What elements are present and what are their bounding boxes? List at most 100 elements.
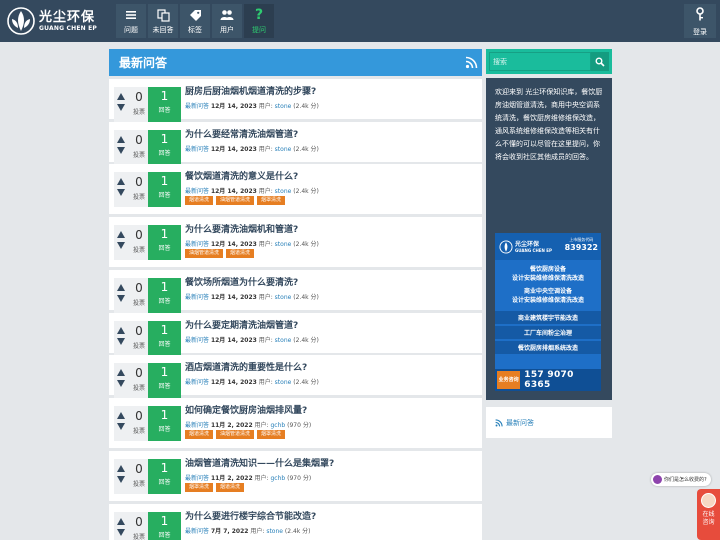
user-link[interactable]: stone <box>275 103 292 110</box>
upvote-icon[interactable] <box>117 518 125 525</box>
downvote-icon[interactable] <box>117 147 125 154</box>
answer-count: 1 <box>160 461 169 475</box>
question-title[interactable]: 为什么要进行楼宇综合节能改造? <box>185 509 316 522</box>
answer-count-box[interactable]: 1 回答 <box>148 225 181 260</box>
user-link[interactable]: stone <box>266 528 283 535</box>
tag[interactable]: 烟罩清洗 <box>185 483 214 492</box>
upvote-icon[interactable] <box>117 231 125 238</box>
upvote-icon[interactable] <box>117 369 125 376</box>
question-title[interactable]: 酒店烟道清洗的重要性是什么? <box>185 360 307 373</box>
upvote-icon[interactable] <box>117 178 125 185</box>
tag[interactable]: 烟道清洗 <box>216 483 245 492</box>
question-item[interactable]: 0 投票 1 回答 为什么要经常清洗油烟管道? 最新问答 12月 14, 2023 用户:… <box>109 122 482 165</box>
category-link[interactable]: 最新问答 <box>185 475 209 482</box>
question-title[interactable]: 厨房后厨油烟机烟道清洗的步骤? <box>185 84 316 97</box>
category-link[interactable]: 最新问答 <box>185 103 209 110</box>
question-item[interactable]: 0 投票 1 回答 为什么要进行楼宇综合节能改造? 最新问答 7月 7, 2022 用户:… <box>109 504 482 540</box>
answer-count-box[interactable]: 1 回答 <box>148 363 181 398</box>
upvote-icon[interactable] <box>117 136 125 143</box>
tag[interactable]: 烟罩清洗 <box>257 196 286 205</box>
downvote-icon[interactable] <box>117 189 125 196</box>
nav-users[interactable]: 用户 <box>212 4 242 38</box>
downvote-icon[interactable] <box>117 380 125 387</box>
top-bar: 光尘环保 GUANG CHEN EP 问题 未回答 标签 用户 ? 提问 登录 <box>0 0 720 42</box>
question-title[interactable]: 为什么要经常清洗油烟管道? <box>185 127 298 140</box>
nav-unanswered[interactable]: 未回答 <box>148 4 178 38</box>
category-link[interactable]: 最新问答 <box>185 188 209 195</box>
question-item[interactable]: 0 投票 1 回答 厨房后厨油烟机烟道清洗的步骤? 最新问答 12月 14, 2023 用… <box>109 79 482 122</box>
question-title[interactable]: 餐饮烟道清洗的意义是什么? <box>185 169 298 182</box>
tag[interactable]: 油烟管道清洗 <box>185 249 224 258</box>
nav-ask[interactable]: ? 提问 <box>244 4 274 38</box>
answer-count-box[interactable]: 1 回答 <box>148 130 181 165</box>
nav-questions[interactable]: 问题 <box>116 4 146 38</box>
question-item[interactable]: 0 投票 1 回答 酒店烟道清洗的重要性是什么? 最新问答 12月 14, 2023 用户… <box>109 355 482 398</box>
user-link[interactable]: gchb <box>271 422 286 429</box>
answer-label: 回答 <box>158 426 171 433</box>
tag[interactable]: 烟道清洗 <box>226 249 255 258</box>
user-link[interactable]: stone <box>275 337 292 344</box>
answer-count-box[interactable]: 1 回答 <box>148 459 181 494</box>
upvote-icon[interactable] <box>117 327 125 334</box>
upvote-icon[interactable] <box>117 465 125 472</box>
upvote-icon[interactable] <box>117 412 125 419</box>
answer-count-box[interactable]: 1 回答 <box>148 512 181 540</box>
tag[interactable]: 油烟管道清洗 <box>216 430 255 439</box>
question-title[interactable]: 为什么要清洗油烟机和管道? <box>185 222 298 235</box>
upvote-icon[interactable] <box>117 93 125 100</box>
search-button[interactable] <box>591 52 609 71</box>
category-link[interactable]: 最新问答 <box>185 294 209 301</box>
category-link[interactable]: 最新问答 <box>185 241 209 248</box>
downvote-icon[interactable] <box>117 423 125 430</box>
site-logo[interactable]: 光尘环保 GUANG CHEN EP <box>6 4 110 38</box>
user-link[interactable]: stone <box>275 188 292 195</box>
question-item[interactable]: 0 投票 1 回答 餐饮场所烟道为什么要清洗? 最新问答 12月 14, 2023 用户:… <box>109 270 482 313</box>
user-link[interactable]: stone <box>275 294 292 301</box>
question-title[interactable]: 餐饮场所烟道为什么要清洗? <box>185 275 298 288</box>
category-link[interactable]: 最新问答 <box>185 528 209 535</box>
user-link[interactable]: gchb <box>271 475 286 482</box>
question-item[interactable]: 0 投票 1 回答 餐饮烟道清洗的意义是什么? 最新问答 12月 14, 2023 用户:… <box>109 164 482 214</box>
feed-link[interactable]: 最新问答 <box>486 407 612 438</box>
tag[interactable]: 烟道清洗 <box>185 196 214 205</box>
answer-count-box[interactable]: 1 回答 <box>148 172 181 207</box>
category-link[interactable]: 最新问答 <box>185 422 209 429</box>
quick-question-bubble[interactable]: 你们是怎么收费的? <box>651 473 711 486</box>
vote-count: 0 <box>135 133 143 147</box>
answer-count-box[interactable]: 1 回答 <box>148 87 181 122</box>
question-title[interactable]: 油烟管道清洗知识——什么是集烟罩? <box>185 456 334 469</box>
upvote-icon[interactable] <box>117 284 125 291</box>
category-link[interactable]: 最新问答 <box>185 379 209 386</box>
user-link[interactable]: stone <box>275 241 292 248</box>
downvote-icon[interactable] <box>117 529 125 536</box>
category-link[interactable]: 最新问答 <box>185 337 209 344</box>
downvote-icon[interactable] <box>117 242 125 249</box>
user-link[interactable]: stone <box>275 379 292 386</box>
answer-count-box[interactable]: 1 回答 <box>148 278 181 313</box>
rss-icon[interactable] <box>465 56 478 69</box>
question-title[interactable]: 如何确定餐饮厨房油烟排风量? <box>185 403 307 416</box>
downvote-icon[interactable] <box>117 104 125 111</box>
tag[interactable]: 烟罩清洗 <box>257 430 286 439</box>
answer-label: 回答 <box>158 192 171 199</box>
search-input[interactable] <box>489 52 591 71</box>
answer-count-box[interactable]: 1 回答 <box>148 321 181 356</box>
downvote-icon[interactable] <box>117 295 125 302</box>
downvote-icon[interactable] <box>117 476 125 483</box>
answer-count: 1 <box>160 323 169 337</box>
nav-tags[interactable]: 标签 <box>180 4 210 38</box>
online-chat-button[interactable]: 在线咨询 <box>697 489 720 540</box>
ad-banner[interactable]: 光尘环保 GUANG CHEN EP 上市服务代码 839322 餐饮厨房设备 … <box>486 226 612 400</box>
question-item[interactable]: 0 投票 1 回答 为什么要清洗油烟机和管道? 最新问答 12月 14, 2023 用户:… <box>109 217 482 267</box>
user-link[interactable]: stone <box>275 146 292 153</box>
question-item[interactable]: 0 投票 1 回答 如何确定餐饮厨房油烟排风量? 最新问答 11月 2, 2022 用户:… <box>109 398 482 448</box>
question-title[interactable]: 为什么要定期清洗油烟管道? <box>185 318 298 331</box>
login-button[interactable]: 登录 <box>684 4 716 38</box>
tag[interactable]: 油烟管道清洗 <box>216 196 255 205</box>
question-item[interactable]: 0 投票 1 回答 油烟管道清洗知识——什么是集烟罩? 最新问答 11月 2, 2022 … <box>109 451 482 501</box>
downvote-icon[interactable] <box>117 338 125 345</box>
question-item[interactable]: 0 投票 1 回答 为什么要定期清洗油烟管道? 最新问答 12月 14, 2023 用户:… <box>109 313 482 356</box>
category-link[interactable]: 最新问答 <box>185 146 209 153</box>
answer-count-box[interactable]: 1 回答 <box>148 406 181 441</box>
tag[interactable]: 烟道清洗 <box>185 430 214 439</box>
